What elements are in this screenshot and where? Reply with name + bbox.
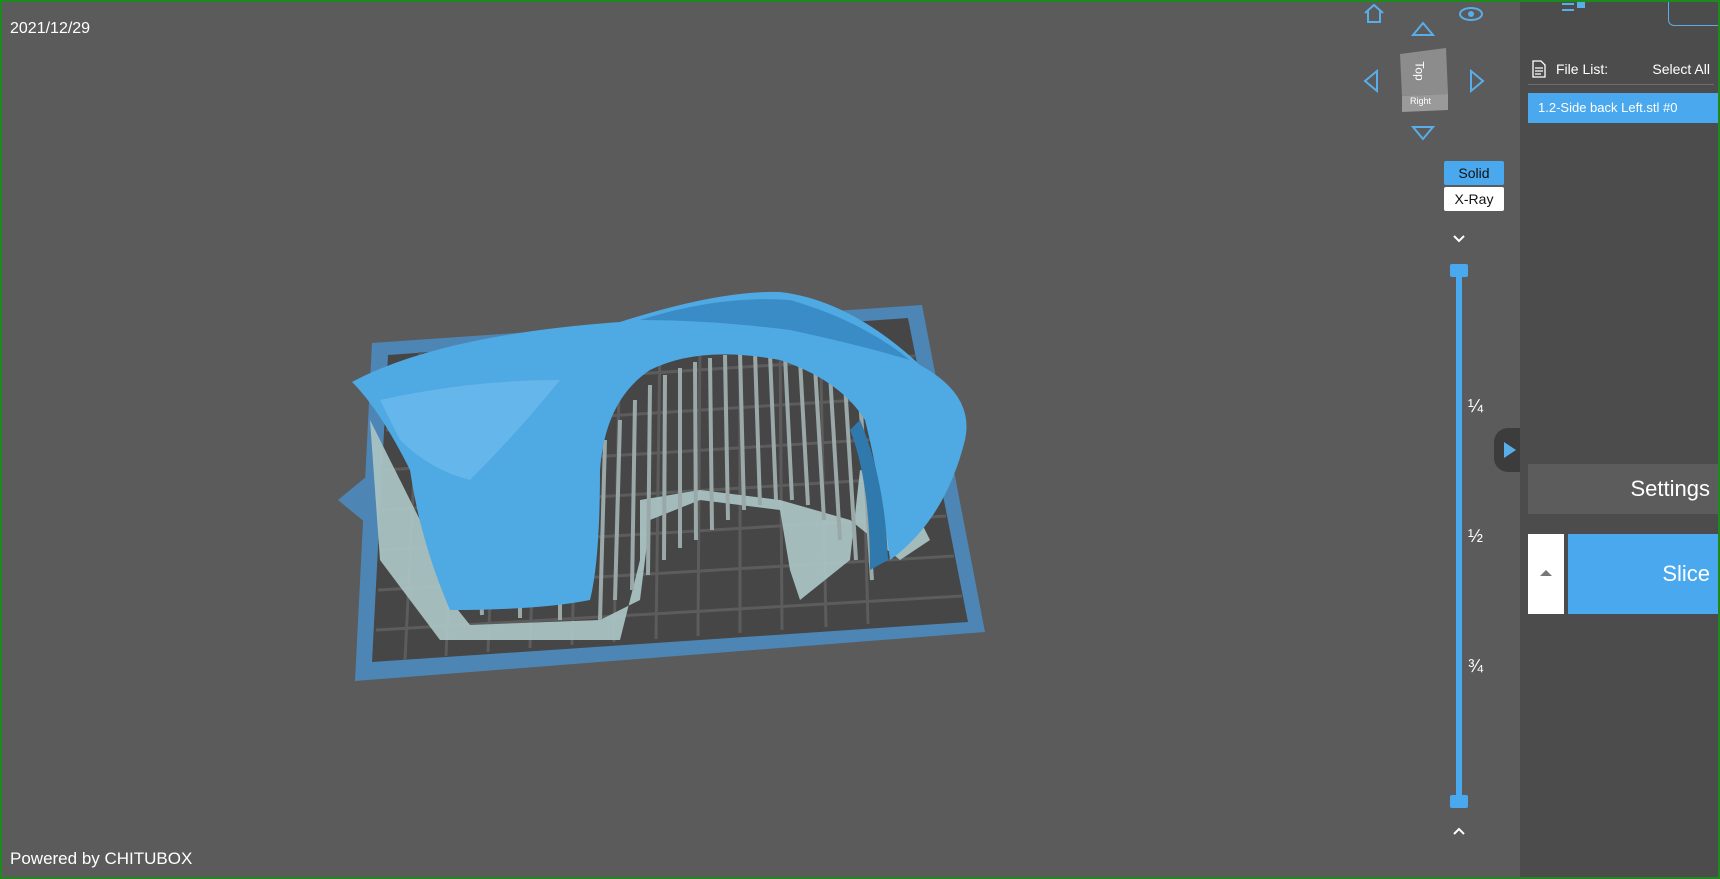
solid-view-button[interactable]: Solid xyxy=(1444,161,1504,185)
powered-by-label: Powered by CHITUBOX xyxy=(10,849,193,868)
right-panel xyxy=(1520,0,1720,879)
triangle-up-icon xyxy=(1540,570,1552,576)
chevron-down-icon[interactable] xyxy=(1451,232,1467,250)
file-icon xyxy=(1532,60,1546,81)
select-all-button[interactable]: Select All xyxy=(1652,61,1710,77)
settings-button[interactable]: Settings xyxy=(1528,464,1720,514)
layer-slider-bottom-handle[interactable] xyxy=(1450,795,1468,808)
view-cube-top-label: Top xyxy=(1412,61,1427,81)
slice-button[interactable]: Slice xyxy=(1568,534,1720,614)
panel-tab[interactable] xyxy=(1668,0,1720,26)
plate-arrow xyxy=(338,472,372,528)
model-scene[interactable] xyxy=(0,0,1520,879)
play-right-icon xyxy=(1504,442,1516,458)
chevron-up-icon[interactable] xyxy=(1451,824,1467,842)
arrow-left-icon[interactable] xyxy=(1362,68,1380,94)
view-cube[interactable]: Top Right xyxy=(1400,48,1448,112)
home-icon[interactable] xyxy=(1362,2,1386,24)
file-list-header: File List: Select All xyxy=(1528,58,1714,85)
slider-tick-quarter: ¼ xyxy=(1468,396,1484,416)
arrow-down-icon[interactable] xyxy=(1410,124,1436,142)
date-label: 2021/12/29 xyxy=(10,20,91,37)
arrow-right-icon[interactable] xyxy=(1468,68,1486,94)
panel-collapse-button[interactable] xyxy=(1494,428,1522,472)
file-list-label: File List: xyxy=(1556,61,1609,77)
layer-slider-top-handle[interactable] xyxy=(1450,264,1468,277)
slider-tick-three-quarter: ¾ xyxy=(1468,656,1484,676)
xray-view-button[interactable]: X-Ray xyxy=(1444,187,1504,211)
file-list-item[interactable]: 1.2-Side back Left.stl #0 xyxy=(1528,93,1720,123)
view-cube-right-label: Right xyxy=(1410,96,1432,106)
list-icon[interactable] xyxy=(1560,0,1588,19)
settings-label: Settings xyxy=(1630,476,1711,501)
file-name: 1.2-Side back Left.stl #0 xyxy=(1538,100,1678,115)
arrow-up-icon[interactable] xyxy=(1410,20,1436,38)
slider-tick-half: ½ xyxy=(1468,526,1484,546)
3d-viewport[interactable]: 2021/12/29 Powered by CHITUBOX Top Right… xyxy=(0,0,1522,879)
eye-icon[interactable] xyxy=(1458,6,1484,22)
slice-label: Slice xyxy=(1662,561,1710,586)
slice-options-button[interactable] xyxy=(1528,534,1564,614)
layer-slider-track[interactable] xyxy=(1456,268,1462,802)
